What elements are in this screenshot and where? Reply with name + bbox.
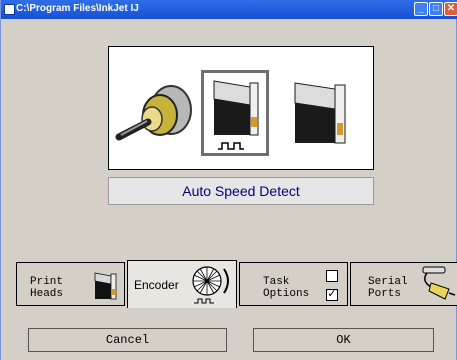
tab-serial-ports[interactable]: Serial Ports <box>350 262 457 306</box>
tab-encoder[interactable]: Encoder <box>127 260 237 308</box>
serial-cable-icon <box>422 266 456 300</box>
app-window: C:\Program Files\InkJet IJ _ □ ✕ Auto Sp… <box>0 0 457 360</box>
mode-label: Auto Speed Detect <box>108 177 374 205</box>
tab-print-heads-line2: Heads <box>30 288 64 300</box>
device-icon[interactable] <box>291 77 351 149</box>
title-bar[interactable]: C:\Program Files\InkJet IJ _ □ ✕ <box>1 0 457 19</box>
knob-encoder-icon[interactable] <box>115 79 193 149</box>
tab-print-heads-line1: Print <box>30 276 64 288</box>
checkbox-icon <box>326 270 338 282</box>
tab-serial-ports-line2: Ports <box>368 288 402 300</box>
tab-task-options-line2: Options <box>263 288 310 300</box>
tab-serial-ports-line1: Serial <box>368 276 408 288</box>
encoder-mode-panel <box>108 46 374 170</box>
minimize-button[interactable]: _ <box>414 2 428 16</box>
tab-print-heads[interactable]: Print Heads <box>16 262 125 306</box>
close-button[interactable]: ✕ <box>444 2 457 16</box>
cancel-button[interactable]: Cancel <box>28 328 227 352</box>
app-icon <box>4 4 15 15</box>
tab-task-options[interactable]: Task Options ✓ <box>239 262 348 306</box>
maximize-button[interactable]: □ <box>429 2 443 16</box>
encoder-wheel-icon <box>192 266 229 304</box>
window-title: C:\Program Files\InkJet IJ <box>16 3 139 14</box>
speed-device-icon[interactable] <box>201 70 269 156</box>
checkbox-checked-icon: ✓ <box>326 289 338 301</box>
tab-encoder-label: Encoder <box>134 278 179 292</box>
ok-button[interactable]: OK <box>253 328 434 352</box>
tab-task-options-line1: Task <box>263 276 290 288</box>
print-head-icon <box>94 272 117 300</box>
